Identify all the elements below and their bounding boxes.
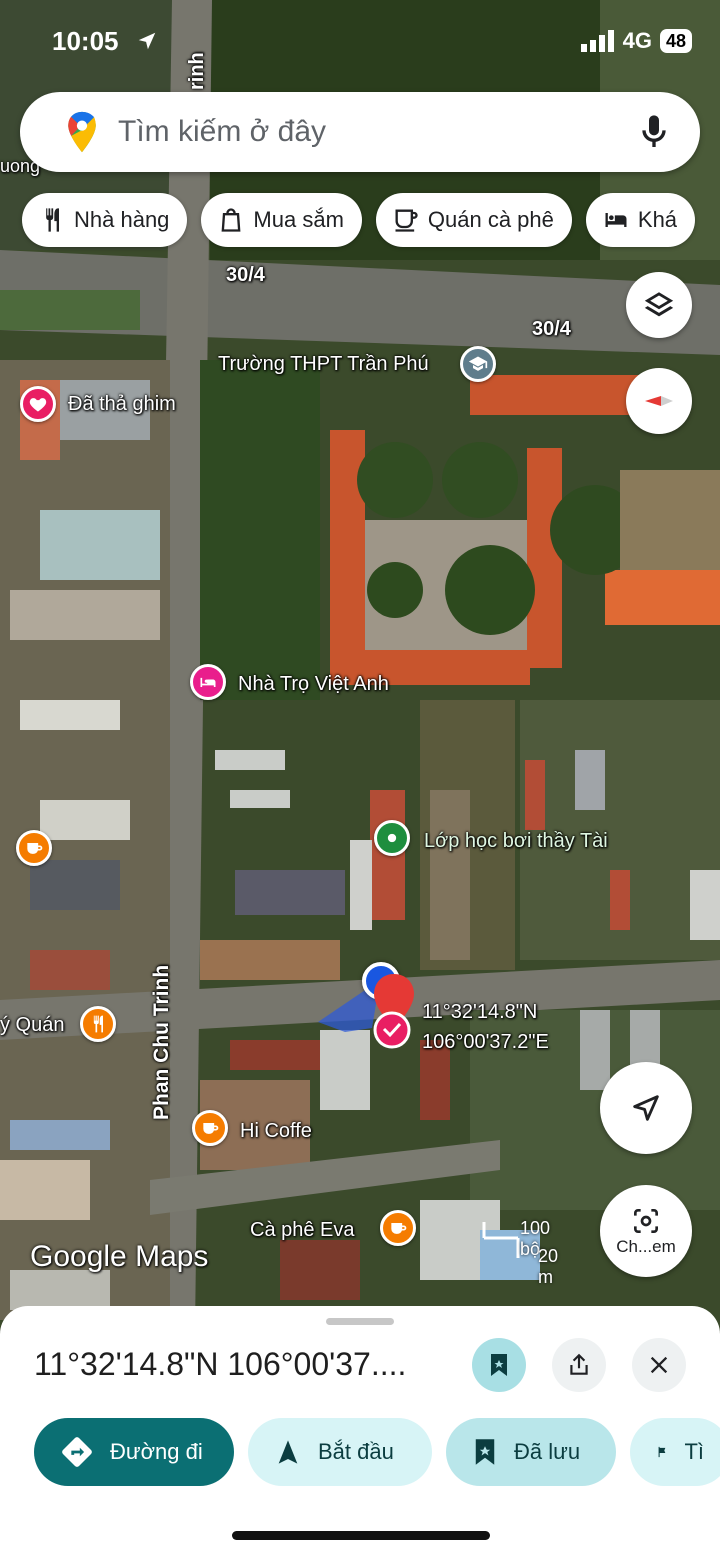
camera-search-label: Ch...em	[616, 1237, 676, 1256]
scale-meters: 20 m	[538, 1246, 559, 1287]
battery-indicator: 48	[659, 29, 692, 53]
heart-icon	[29, 398, 47, 412]
poi-label-swim-class[interactable]: Lớp học bơi thầy Tài	[424, 830, 608, 853]
network-type: 4G	[622, 28, 652, 53]
road-label-phan-chu-trinh: Phan Chu Trinh	[150, 964, 173, 1120]
my-location-button[interactable]	[600, 1062, 692, 1154]
road-label-30-4-east: 30/4	[532, 318, 571, 340]
close-icon	[650, 1356, 668, 1374]
camera-icon	[634, 1209, 658, 1233]
chip-restaurants[interactable]: Nhà hàng	[22, 193, 188, 247]
circle-dot-icon	[387, 833, 397, 843]
save-bookmark-button[interactable]	[472, 1338, 526, 1392]
motel-pin[interactable]	[190, 664, 226, 700]
navigation-start-icon	[278, 1440, 298, 1464]
share-button[interactable]	[552, 1338, 606, 1392]
coffee-cup-icon	[395, 209, 418, 232]
graduation-cap-icon	[468, 356, 488, 371]
swim-class-pin[interactable]	[374, 820, 410, 856]
chip-shopping[interactable]: Mua sắm	[201, 193, 362, 247]
road-label-30-4: 30/4	[226, 264, 265, 286]
search-bar[interactable]: Tìm kiếm ở đây	[20, 92, 700, 172]
search-placeholder[interactable]: Tìm kiếm ở đây	[118, 115, 634, 149]
directions-button[interactable]: Đường đi	[34, 1418, 234, 1486]
directions-label: Đường đi	[110, 1439, 203, 1464]
eva-coffee-pin[interactable]	[380, 1210, 416, 1246]
chip-shopping-label: Mua sắm	[253, 207, 344, 232]
fork-knife-icon	[93, 1015, 103, 1033]
saved-label: Đã lưu	[514, 1439, 581, 1464]
fork-knife-icon	[46, 208, 59, 232]
flag-label: Tì	[684, 1439, 704, 1464]
layers-button[interactable]	[626, 272, 692, 338]
compass-icon	[645, 396, 673, 406]
coffee-cup-icon	[391, 1223, 407, 1234]
saved-button[interactable]: Đã lưu	[446, 1418, 616, 1486]
google-maps-logo: Google Maps	[30, 1240, 209, 1273]
chip-coffee-label: Quán cà phê	[427, 207, 554, 232]
action-buttons: Đường đi Bắt đầu Đã lưu Tì	[34, 1418, 720, 1486]
start-button[interactable]: Bắt đầu	[248, 1418, 432, 1486]
google-maps-pin-icon	[68, 111, 96, 153]
hi-coffe-pin[interactable]	[192, 1110, 228, 1146]
share-icon	[570, 1353, 588, 1375]
chip-coffee[interactable]: Quán cà phê	[375, 193, 572, 247]
home-indicator	[232, 1531, 490, 1540]
directions-icon	[62, 1437, 92, 1467]
navigation-arrow-icon	[633, 1095, 659, 1121]
start-label: Bắt đầu	[318, 1439, 394, 1464]
microphone-icon[interactable]	[634, 112, 674, 152]
poi-label-eva[interactable]: Cà phê Eva	[250, 1219, 355, 1242]
bed-icon	[605, 213, 627, 227]
place-bottom-sheet[interactable]: 11°32'14.8"N 106°00'37.... Đường đi Bắt …	[0, 1306, 720, 1557]
chip-hotels[interactable]: Khá	[585, 193, 696, 247]
place-title: 11°32'14.8"N 106°00'37....	[34, 1346, 407, 1382]
layers-icon	[644, 292, 674, 317]
flag-button[interactable]: Tì	[630, 1418, 720, 1486]
bookmark-icon	[475, 1439, 495, 1465]
poi-label-motel[interactable]: Nhà Trọ Việt Anh	[238, 673, 389, 696]
status-bar: 10:05 4G 48	[0, 20, 720, 64]
camera-search-button[interactable]: Ch...em	[600, 1185, 692, 1277]
school-pin[interactable]	[460, 346, 496, 382]
bookmark-icon	[491, 1354, 507, 1376]
dropped-pin-lat: 11°32'14.8"N	[422, 1001, 538, 1023]
poi-label-pinned[interactable]: Đã thả ghim	[68, 393, 176, 416]
dropped-pin-marker[interactable]	[370, 972, 418, 1052]
flag-icon	[658, 1446, 666, 1458]
status-time: 10:05	[52, 26, 119, 56]
poi-label-hi-coffe[interactable]: Hi Coffe	[240, 1120, 312, 1143]
pinned-place-pin[interactable]	[20, 386, 56, 422]
bed-icon	[200, 677, 216, 687]
compass-button[interactable]	[626, 368, 692, 434]
coffee-cup-icon	[203, 1123, 219, 1134]
close-button[interactable]	[632, 1338, 686, 1392]
drag-handle[interactable]	[326, 1318, 394, 1325]
poi-label-school[interactable]: Trường THPT Trần Phú	[218, 353, 429, 376]
coffee-pin-left[interactable]	[16, 830, 52, 866]
location-arrow-icon	[138, 32, 156, 50]
shopping-bag-icon	[222, 208, 241, 232]
signal-bars-icon	[580, 30, 614, 52]
dropped-pin-lng: 106°00'37.2"E	[422, 1031, 549, 1053]
restaurant-pin[interactable]	[80, 1006, 116, 1042]
poi-label-restaurant[interactable]: ý Quán	[0, 1014, 64, 1037]
category-chips: Nhà hàng Mua sắm Quán cà phê Khá	[22, 193, 696, 247]
coffee-cup-icon	[27, 843, 43, 854]
chip-restaurants-label: Nhà hàng	[74, 207, 170, 232]
chip-hotels-label: Khá	[637, 207, 678, 232]
